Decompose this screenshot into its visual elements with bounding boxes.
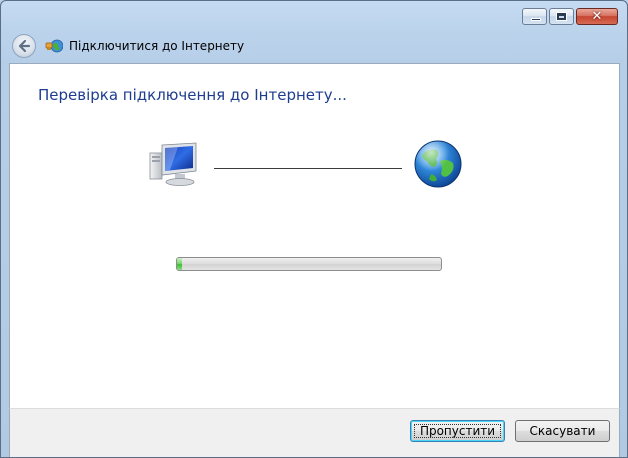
button-bar: Пропустити Скасувати: [9, 408, 620, 457]
minimize-icon: [531, 18, 541, 21]
globe-icon: [414, 140, 462, 188]
skip-button[interactable]: Пропустити: [410, 420, 505, 442]
close-icon: ✕: [591, 9, 603, 24]
maximize-button[interactable]: [549, 8, 574, 25]
title-bar[interactable]: ✕: [1, 1, 627, 31]
back-arrow-icon: [18, 39, 31, 53]
progress-bar: [176, 257, 442, 271]
connect-to-internet-icon: [45, 39, 63, 53]
content-panel: [9, 63, 620, 409]
wizard-window: ✕ Підключитися до Інтернету Перевірка пі…: [0, 0, 628, 458]
cancel-button[interactable]: Скасувати: [515, 420, 610, 442]
caption-buttons: ✕: [522, 8, 618, 25]
back-button[interactable]: [12, 34, 36, 58]
focus-rectangle: [414, 424, 501, 438]
close-button[interactable]: ✕: [576, 8, 618, 25]
progress-bar-fill: [177, 258, 183, 270]
minimize-button[interactable]: [522, 8, 547, 25]
maximize-icon: [556, 12, 567, 21]
wizard-title: Підключитися до Інтернету: [69, 39, 245, 53]
connection-line: [214, 168, 402, 169]
computer-icon: [149, 142, 197, 186]
wizard-nav-bar: Підключитися до Інтернету: [1, 31, 627, 63]
cancel-button-label: Скасувати: [529, 424, 596, 438]
page-heading: Перевірка підключення до Інтернету...: [38, 86, 347, 104]
